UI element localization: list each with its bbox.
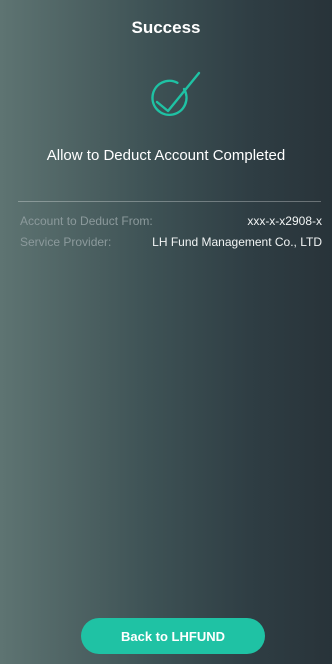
account-value: xxx-x-x2908-x [247,214,322,228]
divider [18,201,321,202]
status-heading: Allow to Deduct Account Completed [46,147,286,164]
provider-value: LH Fund Management Co., LTD [152,235,322,249]
page-title: Success [131,18,201,37]
provider-label: Service Provider: [20,235,112,249]
success-screen: Success Allow to Deduct Account Complete… [0,0,332,664]
back-to-lhfund-button[interactable]: Back to LHFUND [81,618,265,654]
success-check-icon [151,71,201,117]
provider-detail-row: Service Provider: LH Fund Management Co.… [20,233,322,269]
account-detail-row: Account to Deduct From: xxx-x-x2908-x [20,212,322,230]
account-label: Account to Deduct From: [20,214,153,228]
